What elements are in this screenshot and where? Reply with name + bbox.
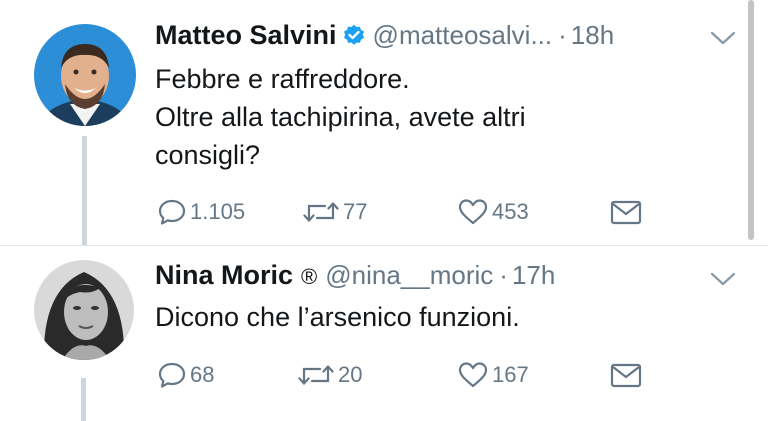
- thread-line-top: [82, 136, 87, 245]
- direct-message-button[interactable]: [610, 198, 642, 226]
- reply-icon: [158, 199, 186, 225]
- like-count: 453: [492, 199, 529, 224]
- avatar-moric-image: [34, 260, 134, 360]
- author-handle[interactable]: @matteosalvi...: [373, 20, 553, 51]
- author-handle[interactable]: @nina__moric: [325, 260, 493, 291]
- tweet-text: Febbre e raffreddore. Oltre alla tachipi…: [155, 60, 526, 174]
- author-name[interactable]: Matteo Salvini: [155, 20, 337, 51]
- heart-icon: [458, 362, 488, 388]
- reply-count: 68: [190, 362, 215, 387]
- reply-button[interactable]: 68: [158, 361, 214, 389]
- tweet-text-line: Oltre alla tachipirina, avete altri: [155, 102, 526, 132]
- scrollbar[interactable]: [748, 0, 754, 240]
- like-button[interactable]: 453: [458, 198, 529, 226]
- author-name[interactable]: Nina Moric: [155, 260, 293, 291]
- retweet-count: 77: [343, 199, 368, 224]
- separator-dot: ·: [499, 260, 508, 290]
- heart-icon: [458, 199, 488, 225]
- tweet-text-line: Febbre e raffreddore.: [155, 64, 410, 94]
- retweet-icon: [303, 202, 339, 222]
- direct-message-button[interactable]: [610, 361, 642, 389]
- tweet-text: Dicono che l’arsenico funzioni.: [155, 298, 520, 336]
- separator-dot: ·: [558, 20, 567, 50]
- reply-button[interactable]: 1.105: [158, 198, 245, 226]
- chevron-down-icon[interactable]: [710, 271, 736, 287]
- avatar-salvini[interactable]: [34, 24, 136, 126]
- tweet-text-line: Dicono che l’arsenico funzioni.: [155, 302, 520, 332]
- verified-badge-icon: [343, 24, 365, 46]
- tweet-header: Matteo Salvini @matteosalvi... · 18h: [155, 20, 614, 51]
- registered-badge: ®: [301, 264, 318, 289]
- tweet-header: Nina Moric ® @nina__moric · 17h: [155, 260, 555, 291]
- retweet-button[interactable]: 20: [298, 361, 362, 389]
- reply-count: 1.105: [190, 199, 246, 224]
- tweet-timestamp[interactable]: 18h: [571, 20, 614, 51]
- thread-line-bottom: [81, 378, 86, 421]
- tweet-salvini[interactable]: Matteo Salvini @matteosalvi... · 18h Feb…: [0, 0, 768, 245]
- tweet-timestamp[interactable]: 17h: [512, 260, 555, 291]
- envelope-icon: [610, 363, 642, 388]
- retweet-button[interactable]: 77: [303, 198, 367, 226]
- tweet-text-line: consigli?: [155, 140, 261, 170]
- avatar-salvini-image: [34, 24, 136, 126]
- envelope-icon: [610, 200, 642, 225]
- retweet-count: 20: [338, 362, 363, 387]
- avatar-moric[interactable]: [34, 260, 134, 360]
- tweet-moric[interactable]: Nina Moric ® @nina__moric · 17h Dicono c…: [0, 246, 768, 421]
- like-button[interactable]: 167: [458, 361, 529, 389]
- chevron-down-icon[interactable]: [710, 30, 736, 46]
- retweet-icon: [298, 365, 334, 385]
- reply-icon: [158, 362, 186, 388]
- like-count: 167: [492, 362, 529, 387]
